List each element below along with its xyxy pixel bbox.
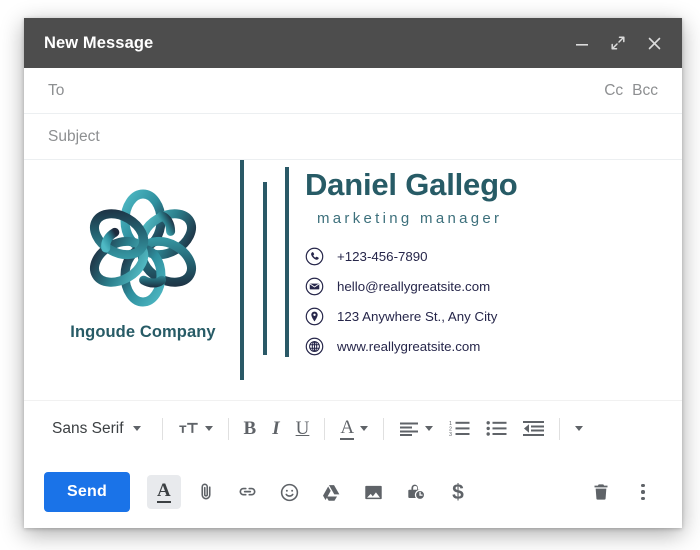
chevron-down-icon: [575, 426, 584, 431]
toolbar-divider: [227, 417, 229, 440]
signature-text-column: Daniel Gallego marketing manager +123-45…: [305, 168, 668, 356]
chevron-down-icon: [132, 426, 141, 431]
chevron-down-icon: [360, 426, 369, 431]
envelope-icon: [305, 277, 324, 296]
divider-rule-3: [285, 167, 289, 357]
align-selector[interactable]: [391, 412, 441, 446]
more-options-icon[interactable]: [626, 475, 660, 509]
phone-icon: [305, 247, 324, 266]
numbered-list-button[interactable]: 1 2 3: [441, 412, 478, 446]
numbered-list-icon: 1 2 3: [449, 421, 470, 437]
font-size-icon: [178, 422, 198, 433]
indent-less-button[interactable]: [515, 412, 552, 446]
cc-button[interactable]: Cc: [604, 82, 623, 100]
company-logo-block: Ingoude Company: [48, 182, 238, 342]
chevron-down-icon: [425, 426, 434, 431]
font-size-selector[interactable]: [170, 412, 221, 446]
contact-row-website: www.reallygreatsite.com: [305, 337, 668, 356]
email-signature-card: Ingoude Company Daniel Gallego marketing…: [24, 160, 682, 400]
contact-value-email: hello@reallygreatsite.com: [337, 279, 491, 295]
contact-list: +123-456-7890 hello@reallygreatsite.com: [305, 247, 668, 356]
attach-file-icon[interactable]: [189, 475, 223, 509]
underline-button[interactable]: U: [288, 412, 318, 446]
indent-less-icon: [523, 421, 545, 436]
formatting-options-icon[interactable]: A: [146, 475, 181, 509]
company-name: Ingoude Company: [70, 323, 216, 341]
contact-row-email: hello@reallygreatsite.com: [305, 277, 668, 296]
send-button[interactable]: Send: [44, 472, 130, 512]
interlocked-knot-logo: [90, 189, 196, 307]
text-color-selector[interactable]: A: [332, 412, 376, 446]
italic-button[interactable]: I: [264, 412, 287, 446]
contact-value-address: 123 Anywhere St., Any City: [337, 309, 498, 325]
insert-emoji-icon[interactable]: [273, 475, 307, 509]
contact-value-website: www.reallygreatsite.com: [337, 339, 481, 355]
toolbar-divider: [324, 417, 326, 440]
close-icon[interactable]: [644, 33, 664, 53]
discard-draft-icon[interactable]: [584, 475, 618, 509]
bulleted-list-button[interactable]: [478, 412, 515, 446]
contact-value-phone: +123-456-7890: [337, 249, 428, 265]
window-title: New Message: [44, 33, 154, 52]
insert-money-icon[interactable]: $: [441, 475, 475, 509]
subject-field-row[interactable]: Subject: [24, 114, 682, 160]
contact-row-phone: +123-456-7890: [305, 247, 668, 266]
bcc-button[interactable]: Bcc: [632, 82, 658, 100]
window-title-bar: New Message: [24, 18, 682, 68]
window-controls: [572, 33, 664, 53]
insert-drive-icon[interactable]: [315, 475, 349, 509]
to-input[interactable]: To: [48, 82, 64, 100]
divider-rule-2: [263, 182, 267, 355]
divider-rule-1: [240, 160, 244, 380]
insert-money-label: $: [452, 480, 464, 504]
cc-bcc-group: Cc Bcc: [604, 82, 658, 100]
contact-row-address: 123 Anywhere St., Any City: [305, 307, 668, 326]
more-format-options-button[interactable]: [567, 412, 591, 446]
kebab-glyph: [641, 483, 645, 501]
insert-photo-icon[interactable]: [357, 475, 391, 509]
person-role: marketing manager: [317, 210, 503, 228]
compose-window: New Message To Cc Bcc Subject Ingoude Co…: [24, 18, 682, 528]
confidential-mode-icon[interactable]: [399, 475, 433, 509]
location-pin-icon: [305, 307, 324, 326]
to-field-row[interactable]: To Cc Bcc: [24, 68, 682, 114]
toolbar-divider: [161, 417, 163, 440]
svg-text:3: 3: [449, 432, 452, 437]
bold-button[interactable]: B: [236, 412, 265, 446]
message-body[interactable]: Ingoude Company Daniel Gallego marketing…: [24, 160, 682, 400]
toolbar-divider: [559, 417, 561, 440]
font-family-selector[interactable]: Sans Serif: [42, 412, 155, 446]
bulleted-list-icon: [486, 421, 507, 436]
chevron-down-icon: [204, 426, 213, 431]
action-toolbar: Send A $: [24, 456, 682, 528]
minimize-icon[interactable]: [572, 33, 592, 53]
format-toolbar: Sans Serif B I U A 1 2 3: [24, 400, 682, 456]
font-family-label: Sans Serif: [52, 419, 124, 437]
subject-input[interactable]: Subject: [48, 128, 100, 146]
formatting-options-label: A: [157, 480, 171, 503]
person-name: Daniel Gallego: [305, 167, 518, 202]
text-color-label: A: [340, 416, 355, 440]
expand-icon[interactable]: [608, 33, 628, 53]
insert-link-icon[interactable]: [231, 475, 265, 509]
globe-icon: [305, 337, 324, 356]
compose-tools-group: A $: [146, 475, 475, 509]
toolbar-divider: [383, 417, 385, 440]
align-left-icon: [400, 422, 419, 436]
draft-actions-group: [584, 475, 660, 509]
